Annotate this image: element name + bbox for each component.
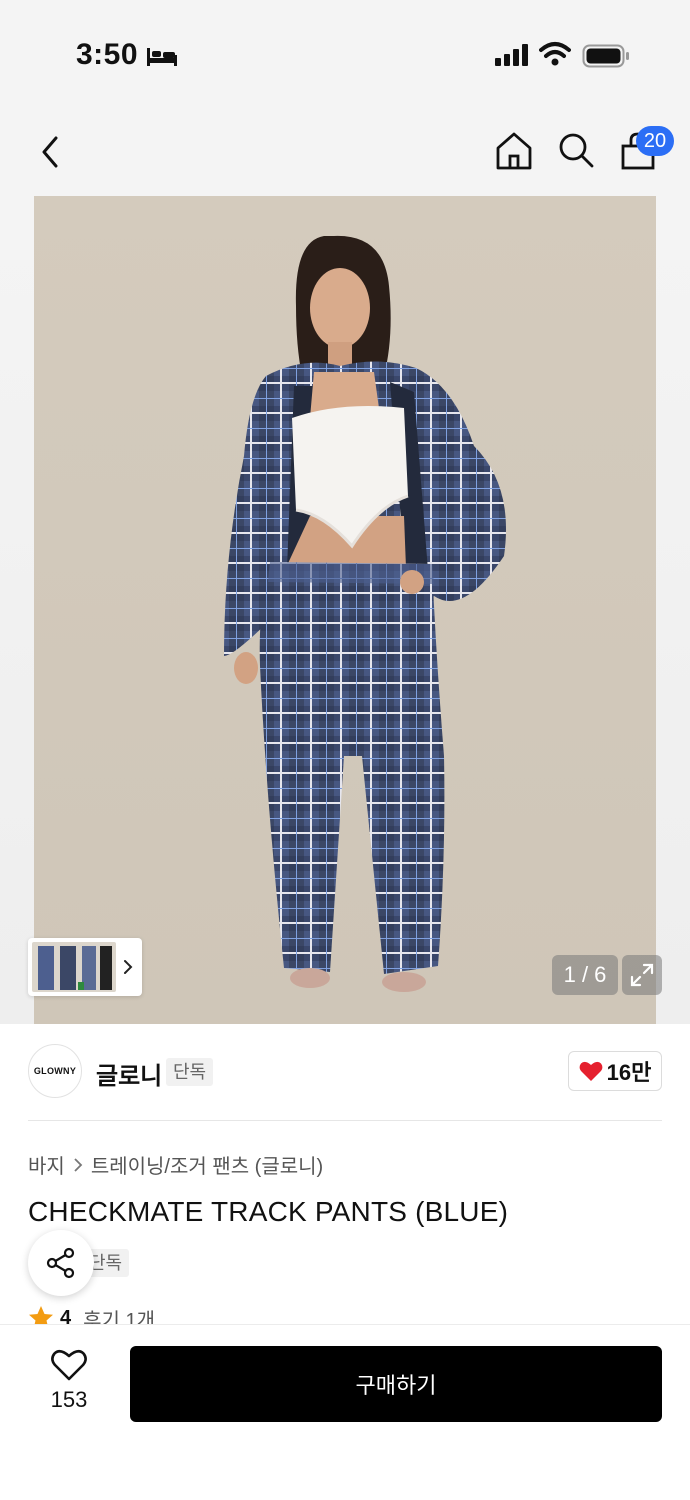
heart-filled-icon	[579, 1061, 603, 1081]
brand-row: GLOWNY 글로니 단독 16만	[0, 1024, 690, 1120]
status-bar: 3:50	[0, 0, 690, 110]
cart-count-badge: 20	[636, 126, 674, 156]
chevron-right-icon[interactable]	[122, 958, 134, 976]
brand-exclusive-tag: 단독	[166, 1058, 214, 1086]
wifi-icon	[539, 42, 571, 66]
product-title: CHECKMATE TRACK PANTS (BLUE)	[28, 1196, 509, 1227]
share-button[interactable]	[28, 1230, 94, 1296]
home-button[interactable]	[494, 130, 536, 174]
top-nav: 20	[0, 110, 690, 196]
bed-icon	[147, 48, 177, 66]
product-image[interactable]	[34, 196, 656, 1024]
back-icon	[42, 136, 58, 168]
divider	[28, 1120, 662, 1121]
battery-icon	[582, 44, 629, 68]
wishlist-button[interactable]: 153	[36, 1349, 102, 1419]
brand-like-button[interactable]: 16만	[568, 1051, 662, 1091]
brand-logo[interactable]: GLOWNY	[28, 1044, 82, 1098]
buy-button[interactable]: 구매하기	[130, 1346, 662, 1422]
chevron-right-icon	[74, 1157, 83, 1172]
bottom-action-bar: 153 구매하기	[0, 1324, 690, 1500]
status-time: 3:50	[76, 38, 139, 71]
search-icon	[559, 133, 594, 168]
search-button[interactable]	[556, 130, 598, 174]
breadcrumb: 바지 트레이닝/조거 팬츠 (글로니)	[28, 1150, 323, 1179]
expand-button[interactable]	[622, 955, 662, 995]
back-button[interactable]	[30, 130, 70, 174]
expand-icon	[630, 963, 654, 987]
thumbnail-strip[interactable]	[28, 938, 142, 996]
signal-icon	[495, 44, 528, 66]
home-icon	[496, 132, 532, 170]
page-indicator: 1 / 6	[552, 955, 618, 995]
breadcrumb-item-subcategory[interactable]: 트레이닝/조거 팬츠 (글로니)	[91, 1150, 323, 1179]
share-icon	[46, 1247, 75, 1279]
wishlist-count: 153	[50, 1387, 88, 1412]
breadcrumb-item-category[interactable]: 바지	[28, 1150, 65, 1179]
product-photo-illustration	[34, 196, 656, 1024]
thumbnail-image[interactable]	[32, 942, 116, 992]
brand-like-count: 16만	[606, 1060, 652, 1085]
brand-name[interactable]: 글로니	[96, 1056, 162, 1091]
heart-outline-icon	[51, 1349, 87, 1381]
cart-button[interactable]: 20	[618, 126, 674, 174]
